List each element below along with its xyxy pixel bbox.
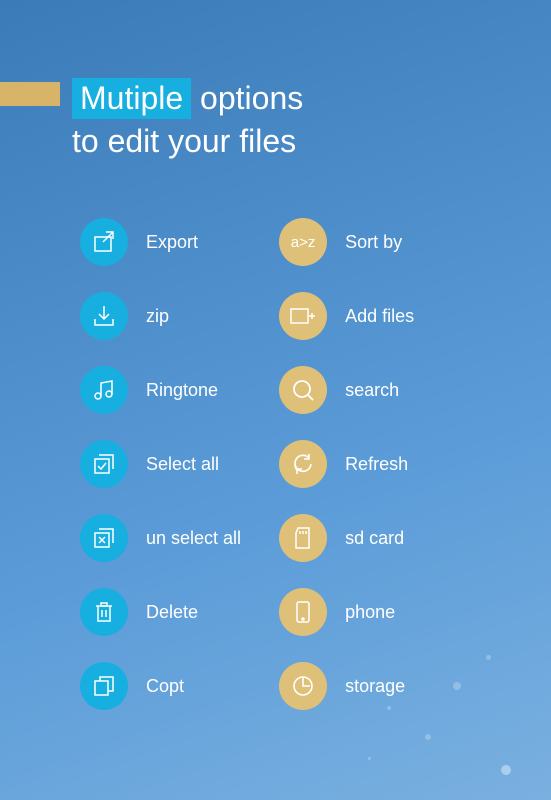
right-column: a>z Sort by Add files search <box>279 218 414 710</box>
option-label: sd card <box>345 528 404 549</box>
options-grid: Export zip Ringtone <box>80 218 414 710</box>
option-unselect-all[interactable]: un select all <box>80 514 241 562</box>
option-label: search <box>345 380 399 401</box>
option-label: Export <box>146 232 198 253</box>
decor-dot <box>453 682 461 690</box>
option-storage[interactable]: storage <box>279 662 414 710</box>
option-label: Copt <box>146 676 184 697</box>
option-label: zip <box>146 306 169 327</box>
music-icon <box>80 366 128 414</box>
storage-icon <box>279 662 327 710</box>
option-refresh[interactable]: Refresh <box>279 440 414 488</box>
accent-bar <box>0 82 60 106</box>
option-phone[interactable]: phone <box>279 588 414 636</box>
option-select-all[interactable]: Select all <box>80 440 241 488</box>
title-rest1: options <box>191 80 303 116</box>
unselect-all-icon <box>80 514 128 562</box>
page-title: Mutiple options to edit your files <box>72 78 303 160</box>
option-label: phone <box>345 602 395 623</box>
title-line2: to edit your files <box>72 123 303 160</box>
option-sd-card[interactable]: sd card <box>279 514 414 562</box>
left-column: Export zip Ringtone <box>80 218 241 710</box>
option-label: Select all <box>146 454 219 475</box>
option-label: un select all <box>146 528 241 549</box>
export-icon <box>80 218 128 266</box>
copy-icon <box>80 662 128 710</box>
sd-card-icon <box>279 514 327 562</box>
trash-icon <box>80 588 128 636</box>
decor-dot <box>387 706 391 710</box>
option-export[interactable]: Export <box>80 218 241 266</box>
decor-dot <box>368 757 371 760</box>
option-label: Ringtone <box>146 380 218 401</box>
decor-dot <box>486 655 491 660</box>
option-label: Delete <box>146 602 198 623</box>
phone-icon <box>279 588 327 636</box>
sort-icon: a>z <box>279 218 327 266</box>
option-label: Refresh <box>345 454 408 475</box>
option-label: Add files <box>345 306 414 327</box>
option-delete[interactable]: Delete <box>80 588 241 636</box>
option-label: storage <box>345 676 405 697</box>
option-zip[interactable]: zip <box>80 292 241 340</box>
download-icon <box>80 292 128 340</box>
option-search[interactable]: search <box>279 366 414 414</box>
option-add-files[interactable]: Add files <box>279 292 414 340</box>
option-sort-by[interactable]: a>z Sort by <box>279 218 414 266</box>
decor-dot <box>425 734 431 740</box>
option-copy[interactable]: Copt <box>80 662 241 710</box>
title-highlight: Mutiple <box>72 78 191 119</box>
add-folder-icon <box>279 292 327 340</box>
search-icon <box>279 366 327 414</box>
option-ringtone[interactable]: Ringtone <box>80 366 241 414</box>
select-all-icon <box>80 440 128 488</box>
refresh-icon <box>279 440 327 488</box>
decor-dot <box>501 765 511 775</box>
option-label: Sort by <box>345 232 402 253</box>
